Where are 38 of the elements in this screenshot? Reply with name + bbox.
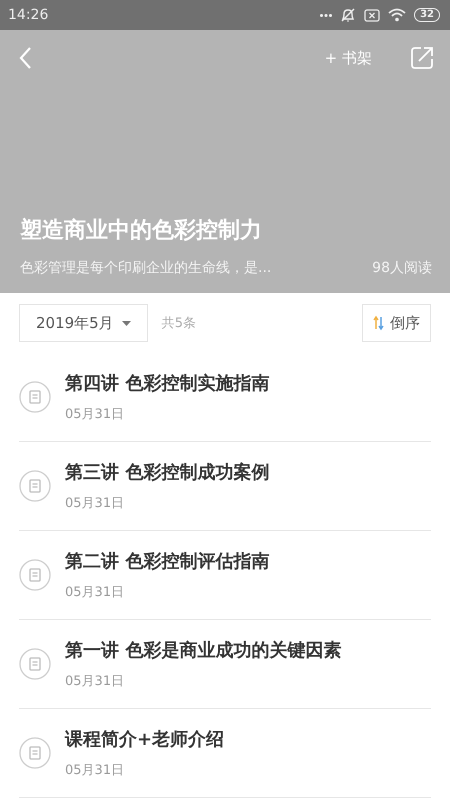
item-count: 共5条 [162, 315, 196, 332]
document-icon [19, 559, 51, 591]
sort-arrows-icon [373, 315, 384, 331]
lesson-title: 第二讲 色彩控制评估指南 [65, 550, 270, 573]
lesson-title: 第一讲 色彩是商业成功的关键因素 [65, 639, 342, 662]
lesson-date: 05月31日 [65, 762, 126, 779]
document-icon [19, 470, 51, 502]
back-button[interactable] [18, 46, 32, 70]
muted-bell-icon [340, 8, 356, 22]
lesson-title: 课程简介+老师介绍 [65, 728, 224, 751]
month-dropdown[interactable]: 2019年5月 [19, 304, 148, 342]
more-dots-icon [320, 14, 332, 16]
lesson-item[interactable]: 第二讲 色彩控制评估指南 05月31日 [19, 531, 431, 620]
back-icon [18, 46, 32, 70]
wifi-icon [388, 8, 406, 22]
lesson-item[interactable]: 第三讲 色彩控制成功案例 05月31日 [19, 442, 431, 531]
status-time: 14:26 [8, 7, 48, 23]
course-description: 色彩管理是每个印刷企业的生命线，是... [20, 259, 272, 277]
lesson-date: 05月31日 [65, 584, 126, 601]
lesson-title: 第三讲 色彩控制成功案例 [65, 461, 270, 484]
share-icon [410, 46, 434, 70]
sim-card-icon [364, 8, 380, 22]
lesson-item[interactable]: 第一讲 色彩是商业成功的关键因素 05月31日 [19, 620, 431, 709]
share-button[interactable] [410, 46, 434, 70]
document-icon [19, 737, 51, 769]
document-icon [19, 381, 51, 413]
lesson-item[interactable]: 课程简介+老师介绍 05月31日 [19, 709, 431, 798]
course-title: 塑造商业中的色彩控制力 [20, 216, 263, 245]
battery-level: 32 [414, 8, 440, 22]
reader-count: 98人阅读 [372, 259, 432, 277]
document-icon [19, 648, 51, 680]
dropdown-caret-icon [122, 320, 131, 326]
lesson-date: 05月31日 [65, 406, 126, 423]
sort-button[interactable]: 倒序 [362, 304, 431, 342]
lesson-date: 05月31日 [65, 495, 126, 512]
lesson-title: 第四讲 色彩控制实施指南 [65, 372, 270, 395]
lesson-item[interactable]: 第四讲 色彩控制实施指南 05月31日 [19, 353, 431, 442]
lesson-date: 05月31日 [65, 673, 126, 690]
